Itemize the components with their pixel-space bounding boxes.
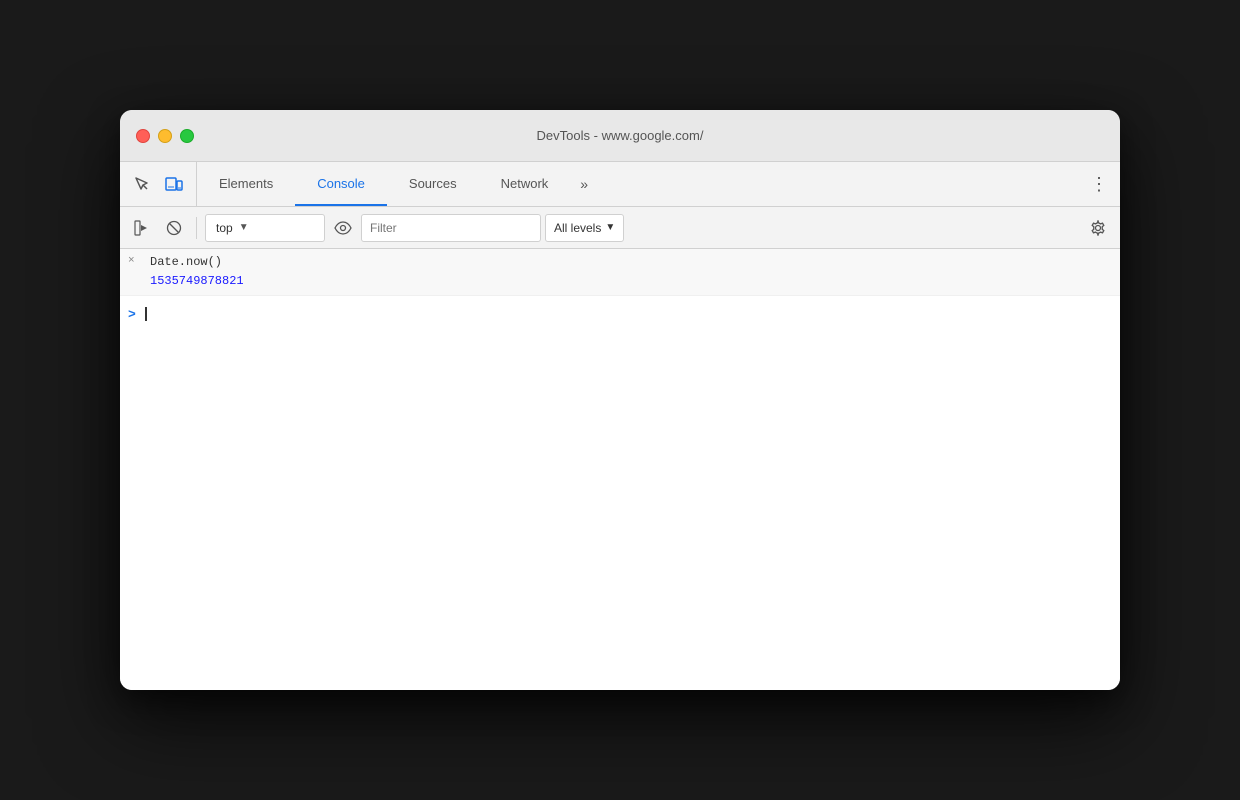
toolbar-separator-1 [196,217,197,239]
filter-input[interactable] [361,214,541,242]
console-error-icon: × [128,255,142,267]
context-value: top [216,221,233,235]
cursor [145,307,147,321]
devtools-icons [120,162,197,206]
log-levels-selector[interactable]: All levels ▼ [545,214,624,242]
minimize-button[interactable] [158,129,172,143]
devtools-menu-button[interactable]: ⋮ [1078,162,1120,206]
show-messages-button[interactable] [128,214,156,242]
tab-spacer [638,162,1079,206]
levels-arrow: ▼ [605,222,615,233]
clear-console-button[interactable] [160,214,188,242]
window-title: DevTools - www.google.com/ [537,128,704,143]
tab-console[interactable]: Console [295,162,387,206]
console-input-text: Date.now() [150,253,1112,272]
tab-sources[interactable]: Sources [387,162,479,206]
console-toolbar: top ▼ All levels ▼ [120,207,1120,249]
traffic-lights [136,129,194,143]
tab-more-button[interactable]: » [570,162,598,206]
title-bar: DevTools - www.google.com/ [120,110,1120,162]
maximize-button[interactable] [180,129,194,143]
console-settings-button[interactable] [1084,214,1112,242]
levels-label: All levels [554,221,601,235]
console-input-row[interactable]: > [120,296,1120,332]
context-selector[interactable]: top ▼ [205,214,325,242]
console-entry-1: × Date.now() 1535749878821 [120,249,1120,296]
close-button[interactable] [136,129,150,143]
console-output-value: 1535749878821 [150,272,1112,291]
console-prompt: > [128,307,136,322]
console-entry-content-1: Date.now() 1535749878821 [150,253,1112,291]
tab-network[interactable]: Network [479,162,571,206]
tab-bar: Elements Console Sources Network » ⋮ [120,162,1120,207]
live-expressions-button[interactable] [329,214,357,242]
devtools-window: DevTools - www.google.com/ Ele [120,110,1120,690]
tab-list: Elements Console Sources Network » [197,162,638,206]
tab-elements[interactable]: Elements [197,162,295,206]
device-toolbar-icon[interactable] [160,170,188,198]
console-body[interactable]: × Date.now() 1535749878821 > [120,249,1120,690]
console-cursor-line [144,307,147,321]
context-arrow: ▼ [239,222,249,233]
inspect-element-icon[interactable] [128,170,156,198]
